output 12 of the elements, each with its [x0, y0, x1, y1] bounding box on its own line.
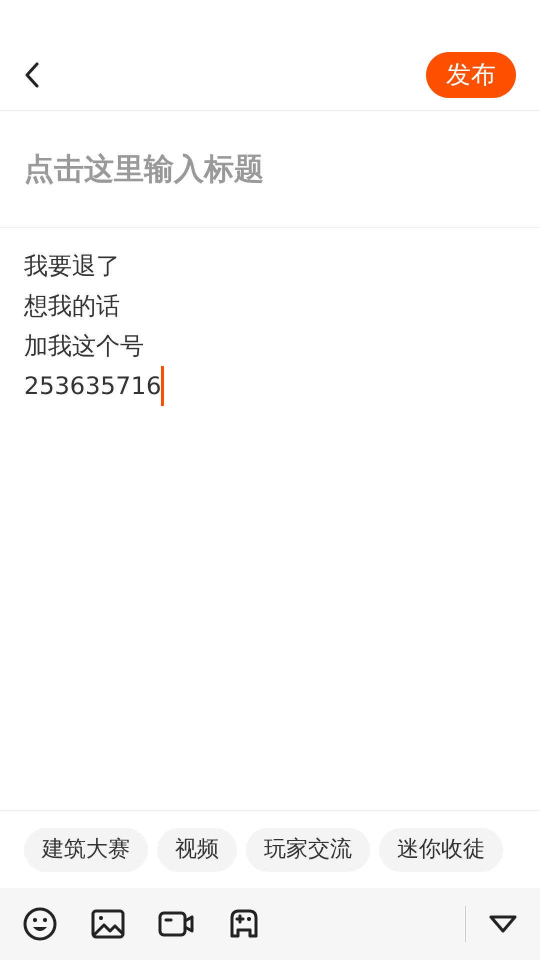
topic-tag[interactable]: 迷你收徒: [379, 828, 503, 872]
topic-tag[interactable]: 视频: [157, 828, 237, 872]
back-icon[interactable]: [24, 61, 40, 89]
body-text-line: 加我这个号: [24, 332, 144, 360]
body-text-line: 我要退了: [24, 252, 120, 280]
topic-tag[interactable]: 玩家交流: [246, 828, 370, 872]
topic-tag[interactable]: 建筑大赛: [24, 828, 148, 872]
body-text-line: 想我的话: [24, 292, 120, 320]
collapse-triangle-icon[interactable]: [488, 913, 518, 935]
smiley-icon[interactable]: [22, 906, 58, 942]
body-text-line: 253635716: [24, 372, 162, 400]
text-cursor: [161, 366, 164, 406]
